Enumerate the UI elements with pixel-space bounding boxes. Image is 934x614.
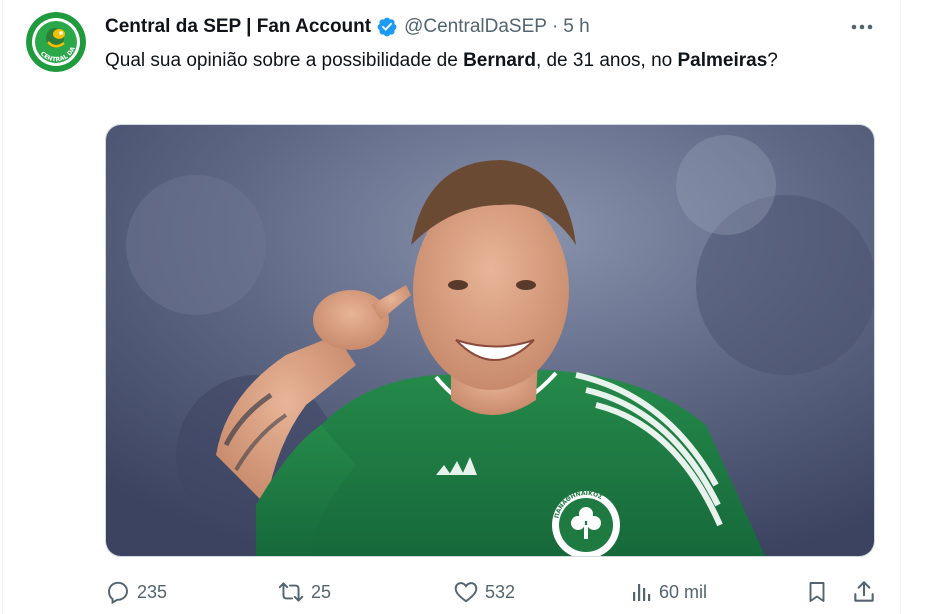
author-handle[interactable]: @CentralDaSEP [404, 16, 547, 38]
tweet-image[interactable]: ΠΑΝΑΘΗΝΑΪΚΟΣ [105, 124, 875, 557]
tweet-text: Qual sua opinião sobre a possibilidade d… [105, 46, 865, 75]
tweet-text-part: , de 31 anos, no [535, 50, 678, 71]
like-button[interactable]: 532 [453, 576, 515, 608]
avatar-logo: CENTRAL DA SEP [26, 12, 86, 72]
share-icon [854, 581, 874, 602]
retweet-count: 25 [311, 581, 332, 602]
header-separator: · [551, 16, 559, 37]
right-border [900, 0, 901, 614]
more-dots-icon[interactable] [845, 14, 879, 40]
verified-badge-icon [376, 16, 398, 38]
photo-player-pointing: ΠΑΝΑΘΗΝΑΪΚΟΣ [106, 125, 874, 556]
views-count: 60 mil [659, 581, 708, 602]
reply-button[interactable]: 235 [105, 576, 167, 608]
share-button[interactable] [851, 576, 883, 608]
bookmark-button[interactable] [805, 576, 835, 608]
tweet-text-part: Qual sua opinião sobre a possibilidade d… [105, 50, 464, 71]
tweet-text-bold-club: Palmeiras [677, 50, 768, 71]
tweet-text-bold-name: Bernard [463, 50, 536, 71]
heart-icon [454, 582, 478, 603]
retweet-button[interactable]: 25 [277, 576, 331, 608]
timestamp[interactable]: 5 h [563, 16, 589, 38]
views-button[interactable]: 60 mil [629, 576, 707, 608]
display-name[interactable]: Central da SEP | Fan Account [105, 16, 371, 38]
tweet-header: Central da SEP | Fan Account @CentralDaS… [105, 14, 590, 40]
left-border [2, 0, 3, 614]
avatar[interactable]: CENTRAL DA SEP [26, 12, 86, 72]
bookmark-icon [809, 582, 825, 602]
retweet-icon [278, 582, 304, 602]
tweet-actions: 235 25 532 60 mil [105, 576, 880, 608]
like-count: 532 [485, 581, 516, 602]
reply-icon [108, 581, 128, 605]
tweet-text-part: ? [767, 50, 778, 71]
analytics-icon [633, 584, 651, 601]
reply-count: 235 [137, 581, 168, 602]
